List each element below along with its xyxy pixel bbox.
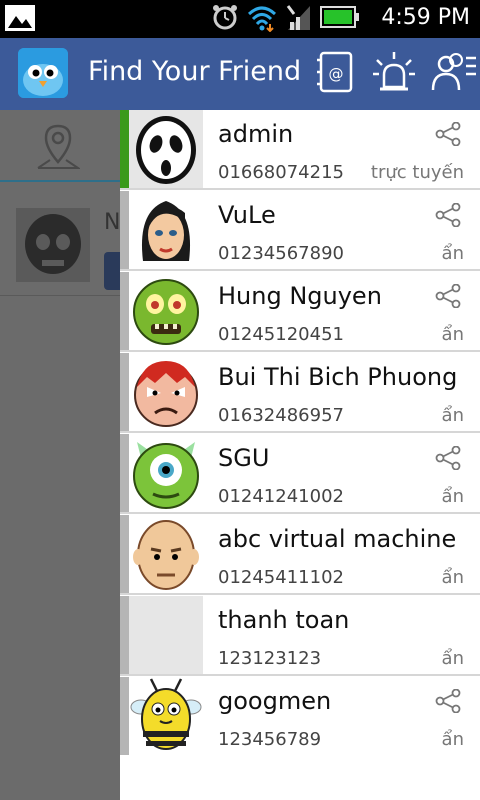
friend-row[interactable]: SGU 01241241002 ẩn xyxy=(120,434,480,514)
offline-indicator xyxy=(120,596,129,674)
share-icon[interactable] xyxy=(434,283,462,309)
friend-status: trực tuyến xyxy=(370,162,464,183)
friend-phone: 01241241002 xyxy=(218,486,344,507)
friend-row[interactable]: VuLe 01234567890 ẩn xyxy=(120,191,480,271)
friend-status: ẩn xyxy=(441,324,464,345)
offline-indicator xyxy=(120,191,129,269)
friend-row[interactable]: admin 01668074215 trực tuyến xyxy=(120,110,480,190)
friend-phone: 123123123 xyxy=(218,648,322,669)
friend-name: abc virtual machine xyxy=(218,525,457,553)
share-icon[interactable] xyxy=(434,202,462,228)
app-title: Find Your Friend xyxy=(88,56,302,87)
friend-name: Bui Thi Bich Phuong xyxy=(218,363,458,391)
friend-phone: 01234567890 xyxy=(218,243,344,264)
friend-phone: 01668074215 xyxy=(218,162,344,183)
friend-name: SGU xyxy=(218,444,270,472)
list-item-name: N xyxy=(104,210,120,235)
avatar xyxy=(129,515,203,593)
avatar xyxy=(129,434,203,512)
friend-name: VuLe xyxy=(218,201,276,229)
friend-name: Hung Nguyen xyxy=(218,282,382,310)
avatar xyxy=(129,110,203,188)
offline-indicator xyxy=(120,353,129,431)
svg-text:@: @ xyxy=(329,65,344,83)
image-notification-icon xyxy=(4,4,36,32)
offline-indicator xyxy=(120,434,129,512)
friend-row[interactable]: Bui Thi Bich Phuong 01632486957 ẩn xyxy=(120,353,480,433)
offline-indicator xyxy=(120,515,129,593)
avatar xyxy=(129,272,203,350)
friend-status: ẩn xyxy=(441,405,464,426)
clock-time: 4:59 PM xyxy=(381,5,470,30)
friends-menu-icon xyxy=(430,50,478,98)
friend-name: admin xyxy=(218,120,294,148)
status-bar: 4:59 PM xyxy=(0,0,480,38)
avatar xyxy=(129,677,203,755)
friend-row[interactable]: googmen 123456789 ẩn xyxy=(120,677,480,757)
share-icon[interactable] xyxy=(434,121,462,147)
friend-status: ẩn xyxy=(441,729,464,750)
main-content-dimmed: N xyxy=(0,110,120,800)
friends-menu-button[interactable] xyxy=(428,48,480,100)
alert-button[interactable] xyxy=(368,48,420,100)
map-pin-icon xyxy=(36,122,82,176)
wifi-icon xyxy=(246,2,278,36)
action-bar: Find Your Friend @ xyxy=(0,38,480,110)
avatar xyxy=(129,353,203,431)
avatar xyxy=(129,191,203,269)
friend-row[interactable]: Hung Nguyen 01245120451 ẩn xyxy=(120,272,480,352)
friend-phone: 123456789 xyxy=(218,729,322,750)
friend-status: ẩn xyxy=(441,567,464,588)
battery-icon xyxy=(320,4,360,34)
contacts-icon: @ xyxy=(316,50,356,98)
contacts-button[interactable]: @ xyxy=(310,48,362,100)
friend-status: ẩn xyxy=(441,243,464,264)
offline-indicator xyxy=(120,677,129,755)
share-icon[interactable] xyxy=(434,688,462,714)
friend-name: googmen xyxy=(218,687,332,715)
alert-siren-icon xyxy=(371,49,417,99)
app-logo-icon[interactable] xyxy=(18,48,68,98)
alarm-icon xyxy=(210,2,240,36)
friend-phone: 01632486957 xyxy=(218,405,344,426)
friend-status: ẩn xyxy=(441,486,464,507)
friend-status: ẩn xyxy=(441,648,464,669)
friend-name: thanh toan xyxy=(218,606,350,634)
friend-phone: 01245411102 xyxy=(218,567,344,588)
list-item[interactable]: N xyxy=(0,196,120,296)
online-indicator xyxy=(120,110,129,188)
share-icon[interactable] xyxy=(434,445,462,471)
avatar xyxy=(129,596,203,674)
friend-row[interactable]: abc virtual machine 01245411102 ẩn xyxy=(120,515,480,595)
friends-drawer: admin 01668074215 trực tuyến VuLe 012345… xyxy=(120,110,480,800)
offline-indicator xyxy=(120,272,129,350)
avatar xyxy=(16,208,90,282)
tab-map[interactable] xyxy=(0,110,120,182)
friend-row[interactable]: thanh toan 123123123 ẩn xyxy=(120,596,480,676)
signal-icon xyxy=(284,2,314,36)
list-item-action-button[interactable] xyxy=(104,252,120,290)
friend-phone: 01245120451 xyxy=(218,324,344,345)
